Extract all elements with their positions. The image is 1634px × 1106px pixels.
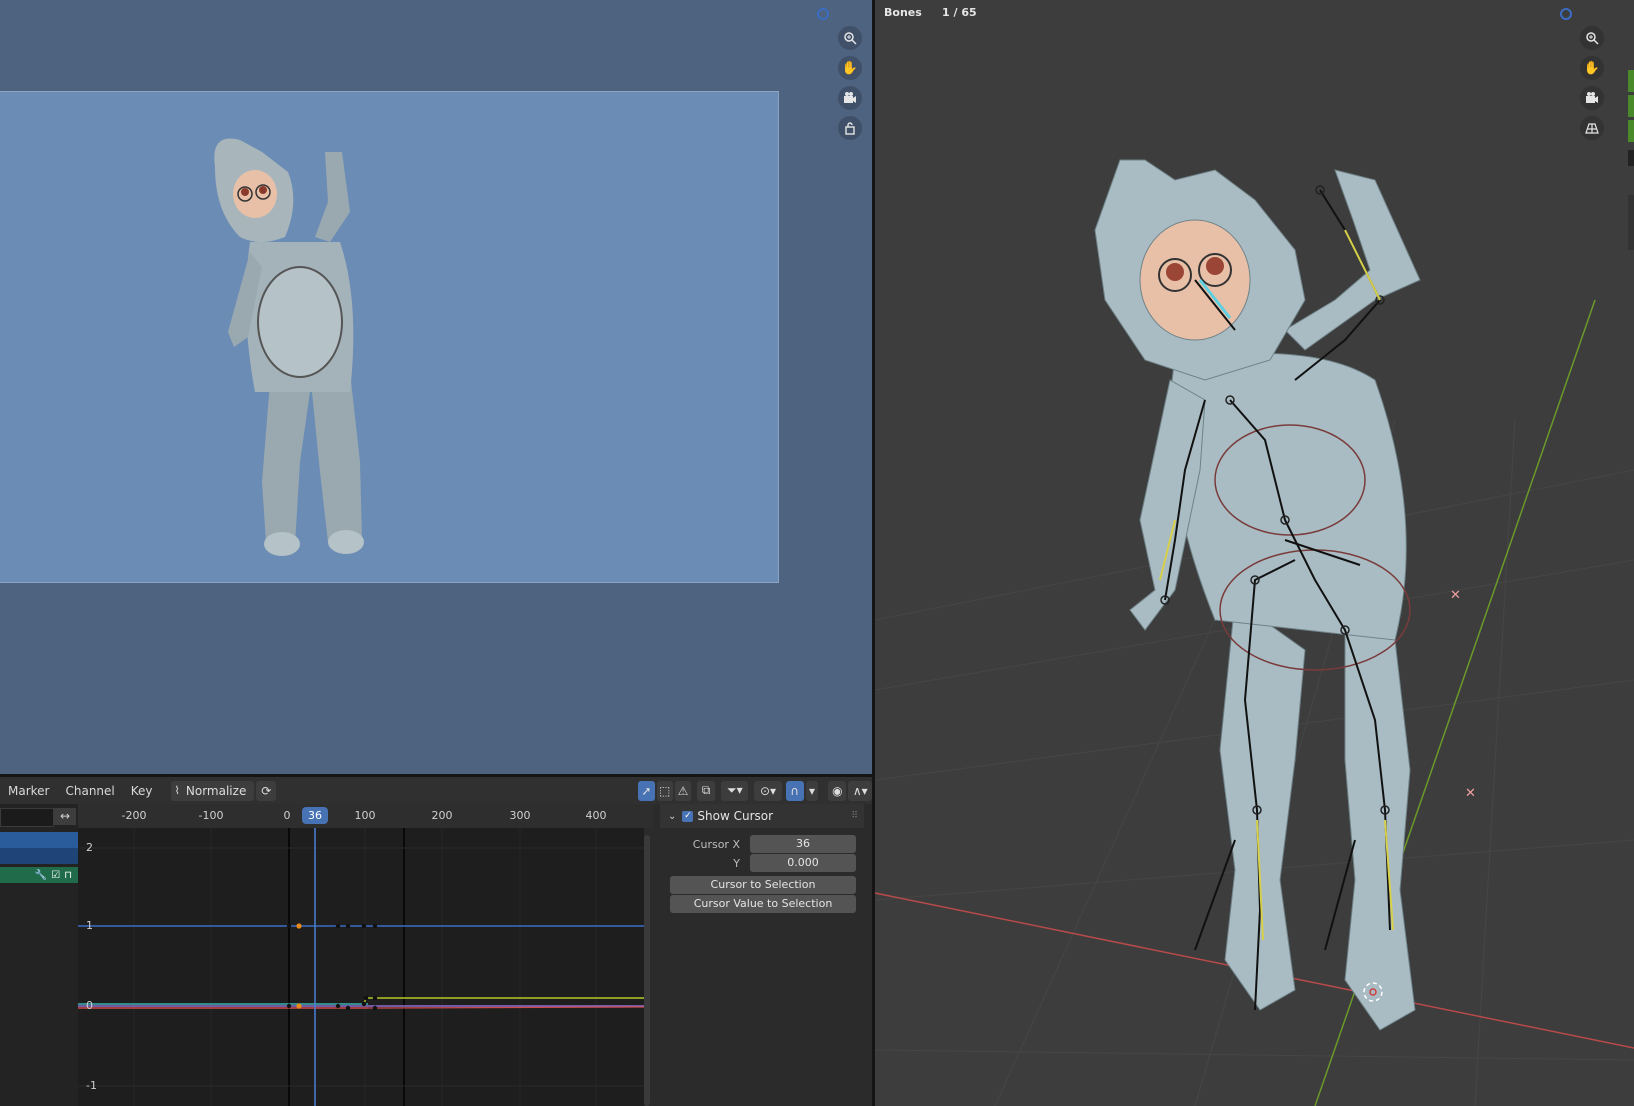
tick-label: 0 xyxy=(283,809,291,822)
hand-pan-icon[interactable]: ✋ xyxy=(1580,56,1604,80)
bone-axis-x-icon: ✕ xyxy=(1465,786,1476,801)
camera-viewport[interactable]: ✋ xyxy=(0,0,872,774)
cursor-value-to-selection-button[interactable]: Cursor Value to Selection xyxy=(670,895,856,913)
cursor-to-selection-button[interactable]: Cursor to Selection xyxy=(670,876,856,894)
zoom-in-icon[interactable] xyxy=(1580,26,1604,50)
camera-view-icon[interactable] xyxy=(1580,86,1604,110)
wrench-icon[interactable]: 🔧 xyxy=(35,870,47,881)
tick-label: 200 xyxy=(431,809,453,822)
camera-frame xyxy=(0,91,779,583)
cursor-x-label: Cursor X xyxy=(692,838,740,851)
tick-label: -200 xyxy=(121,809,147,822)
y-axis-label: 1 xyxy=(86,919,93,932)
view-frame-icon[interactable]: ⧉ xyxy=(697,780,716,801)
lock-icon[interactable] xyxy=(838,116,862,140)
graph-editor[interactable]: Marker Channel Key ⌇ Normalize ⟳ ➚ ⬚ ⚠ ⧉… xyxy=(0,777,872,1106)
snap-dropdown-icon[interactable]: ▾ xyxy=(805,780,819,801)
scene-canvas xyxy=(875,159,1634,1106)
chevron-down-icon[interactable]: ⌄ xyxy=(668,811,676,822)
normalize-toggle[interactable]: ⌇ Normalize xyxy=(170,780,255,801)
y-axis-label: 2 xyxy=(86,841,93,854)
tick-label: -100 xyxy=(198,809,224,822)
menu-marker[interactable]: Marker xyxy=(0,784,57,798)
expand-arrows-icon[interactable]: ↔ xyxy=(54,808,76,825)
frame-ruler[interactable]: -200 -100 0 100 200 300 400 36 xyxy=(78,804,653,828)
cursor-x-field[interactable]: 36 xyxy=(750,835,856,853)
3d-viewport[interactable]: ✕ ✕ Bones 1 / 65 ✋ xyxy=(875,0,1634,1106)
vertical-scrollbar[interactable] xyxy=(644,835,650,1106)
side-panel-tab[interactable] xyxy=(1628,95,1634,117)
tick-label: 400 xyxy=(585,809,607,822)
menu-key[interactable]: Key xyxy=(123,784,161,798)
y-axis-label: -1 xyxy=(86,1079,97,1092)
channel-row-object[interactable] xyxy=(0,832,78,848)
character-render xyxy=(214,138,364,556)
box-select-icon[interactable]: ⬚ xyxy=(656,780,673,801)
channel-list[interactable]: ↔ 🔧 ☑ ⊓ xyxy=(0,804,78,1106)
cursor-y-label: Y xyxy=(733,857,740,870)
graph-sidebar: ⌄ ✓ Show Cursor ⠿ Cursor X 36 Y 0.000 Cu… xyxy=(660,804,864,1106)
unlock-icon[interactable]: ⊓ xyxy=(64,870,72,881)
tick-label: 100 xyxy=(354,809,376,822)
hand-pan-icon[interactable]: ✋ xyxy=(838,56,862,80)
show-cursor-panel-header[interactable]: ⌄ ✓ Show Cursor ⠿ xyxy=(660,804,864,828)
drag-handle-icon[interactable]: ⠿ xyxy=(851,811,858,821)
view-gizmo-dot[interactable] xyxy=(817,8,829,20)
pivot-dropdown-icon[interactable]: ⊙▾ xyxy=(754,780,782,801)
snap-magnet-icon[interactable]: ∩ xyxy=(785,780,804,801)
channel-row-group[interactable]: 🔧 ☑ ⊓ xyxy=(0,867,78,883)
graph-editor-header: Marker Channel Key ⌇ Normalize ⟳ ➚ ⬚ ⚠ ⧉… xyxy=(0,777,872,804)
show-cursor-label: Show Cursor xyxy=(697,809,774,823)
falloff-dropdown-icon[interactable]: ∧▾ xyxy=(848,780,872,801)
show-cursor-checkbox[interactable]: ✓ xyxy=(682,810,694,822)
bones-count: 1 / 65 xyxy=(942,6,977,19)
side-panel-tab[interactable] xyxy=(1628,120,1634,142)
side-panel-tab[interactable] xyxy=(1628,195,1634,250)
refresh-icon[interactable]: ⟳ xyxy=(256,780,277,801)
y-axis-label: 0 xyxy=(86,999,93,1012)
filter-dropdown-icon[interactable]: ⏷▾ xyxy=(721,780,749,801)
channel-search-field[interactable] xyxy=(0,808,54,827)
view-gizmo-dot[interactable] xyxy=(1560,8,1572,20)
select-cursor-icon[interactable]: ➚ xyxy=(638,780,655,801)
channel-row-action[interactable] xyxy=(0,848,78,864)
bone-axis-x-icon: ✕ xyxy=(1450,588,1461,603)
bones-label: Bones xyxy=(884,6,922,19)
tick-label: 300 xyxy=(509,809,531,822)
current-frame-badge[interactable]: 36 xyxy=(302,807,328,824)
camera-view-icon[interactable] xyxy=(838,86,862,110)
graph-plot-area[interactable]: 2 1 0 -1 xyxy=(78,828,644,1106)
zoom-in-icon[interactable] xyxy=(838,26,862,50)
normalize-icon: ⌇ xyxy=(174,784,180,797)
side-panel-tab[interactable] xyxy=(1628,70,1634,92)
warning-icon[interactable]: ⚠ xyxy=(674,780,692,801)
side-panel-tab[interactable] xyxy=(1628,150,1634,166)
normalize-label: Normalize xyxy=(185,783,247,798)
checkbox-icon[interactable]: ☑ xyxy=(51,870,60,881)
cursor-y-field[interactable]: 0.000 xyxy=(750,854,856,872)
curve-canvas xyxy=(78,828,644,1106)
ortho-grid-icon[interactable] xyxy=(1580,116,1604,140)
menu-channel[interactable]: Channel xyxy=(57,784,122,798)
proportional-edit-icon[interactable]: ◉ xyxy=(828,780,847,801)
